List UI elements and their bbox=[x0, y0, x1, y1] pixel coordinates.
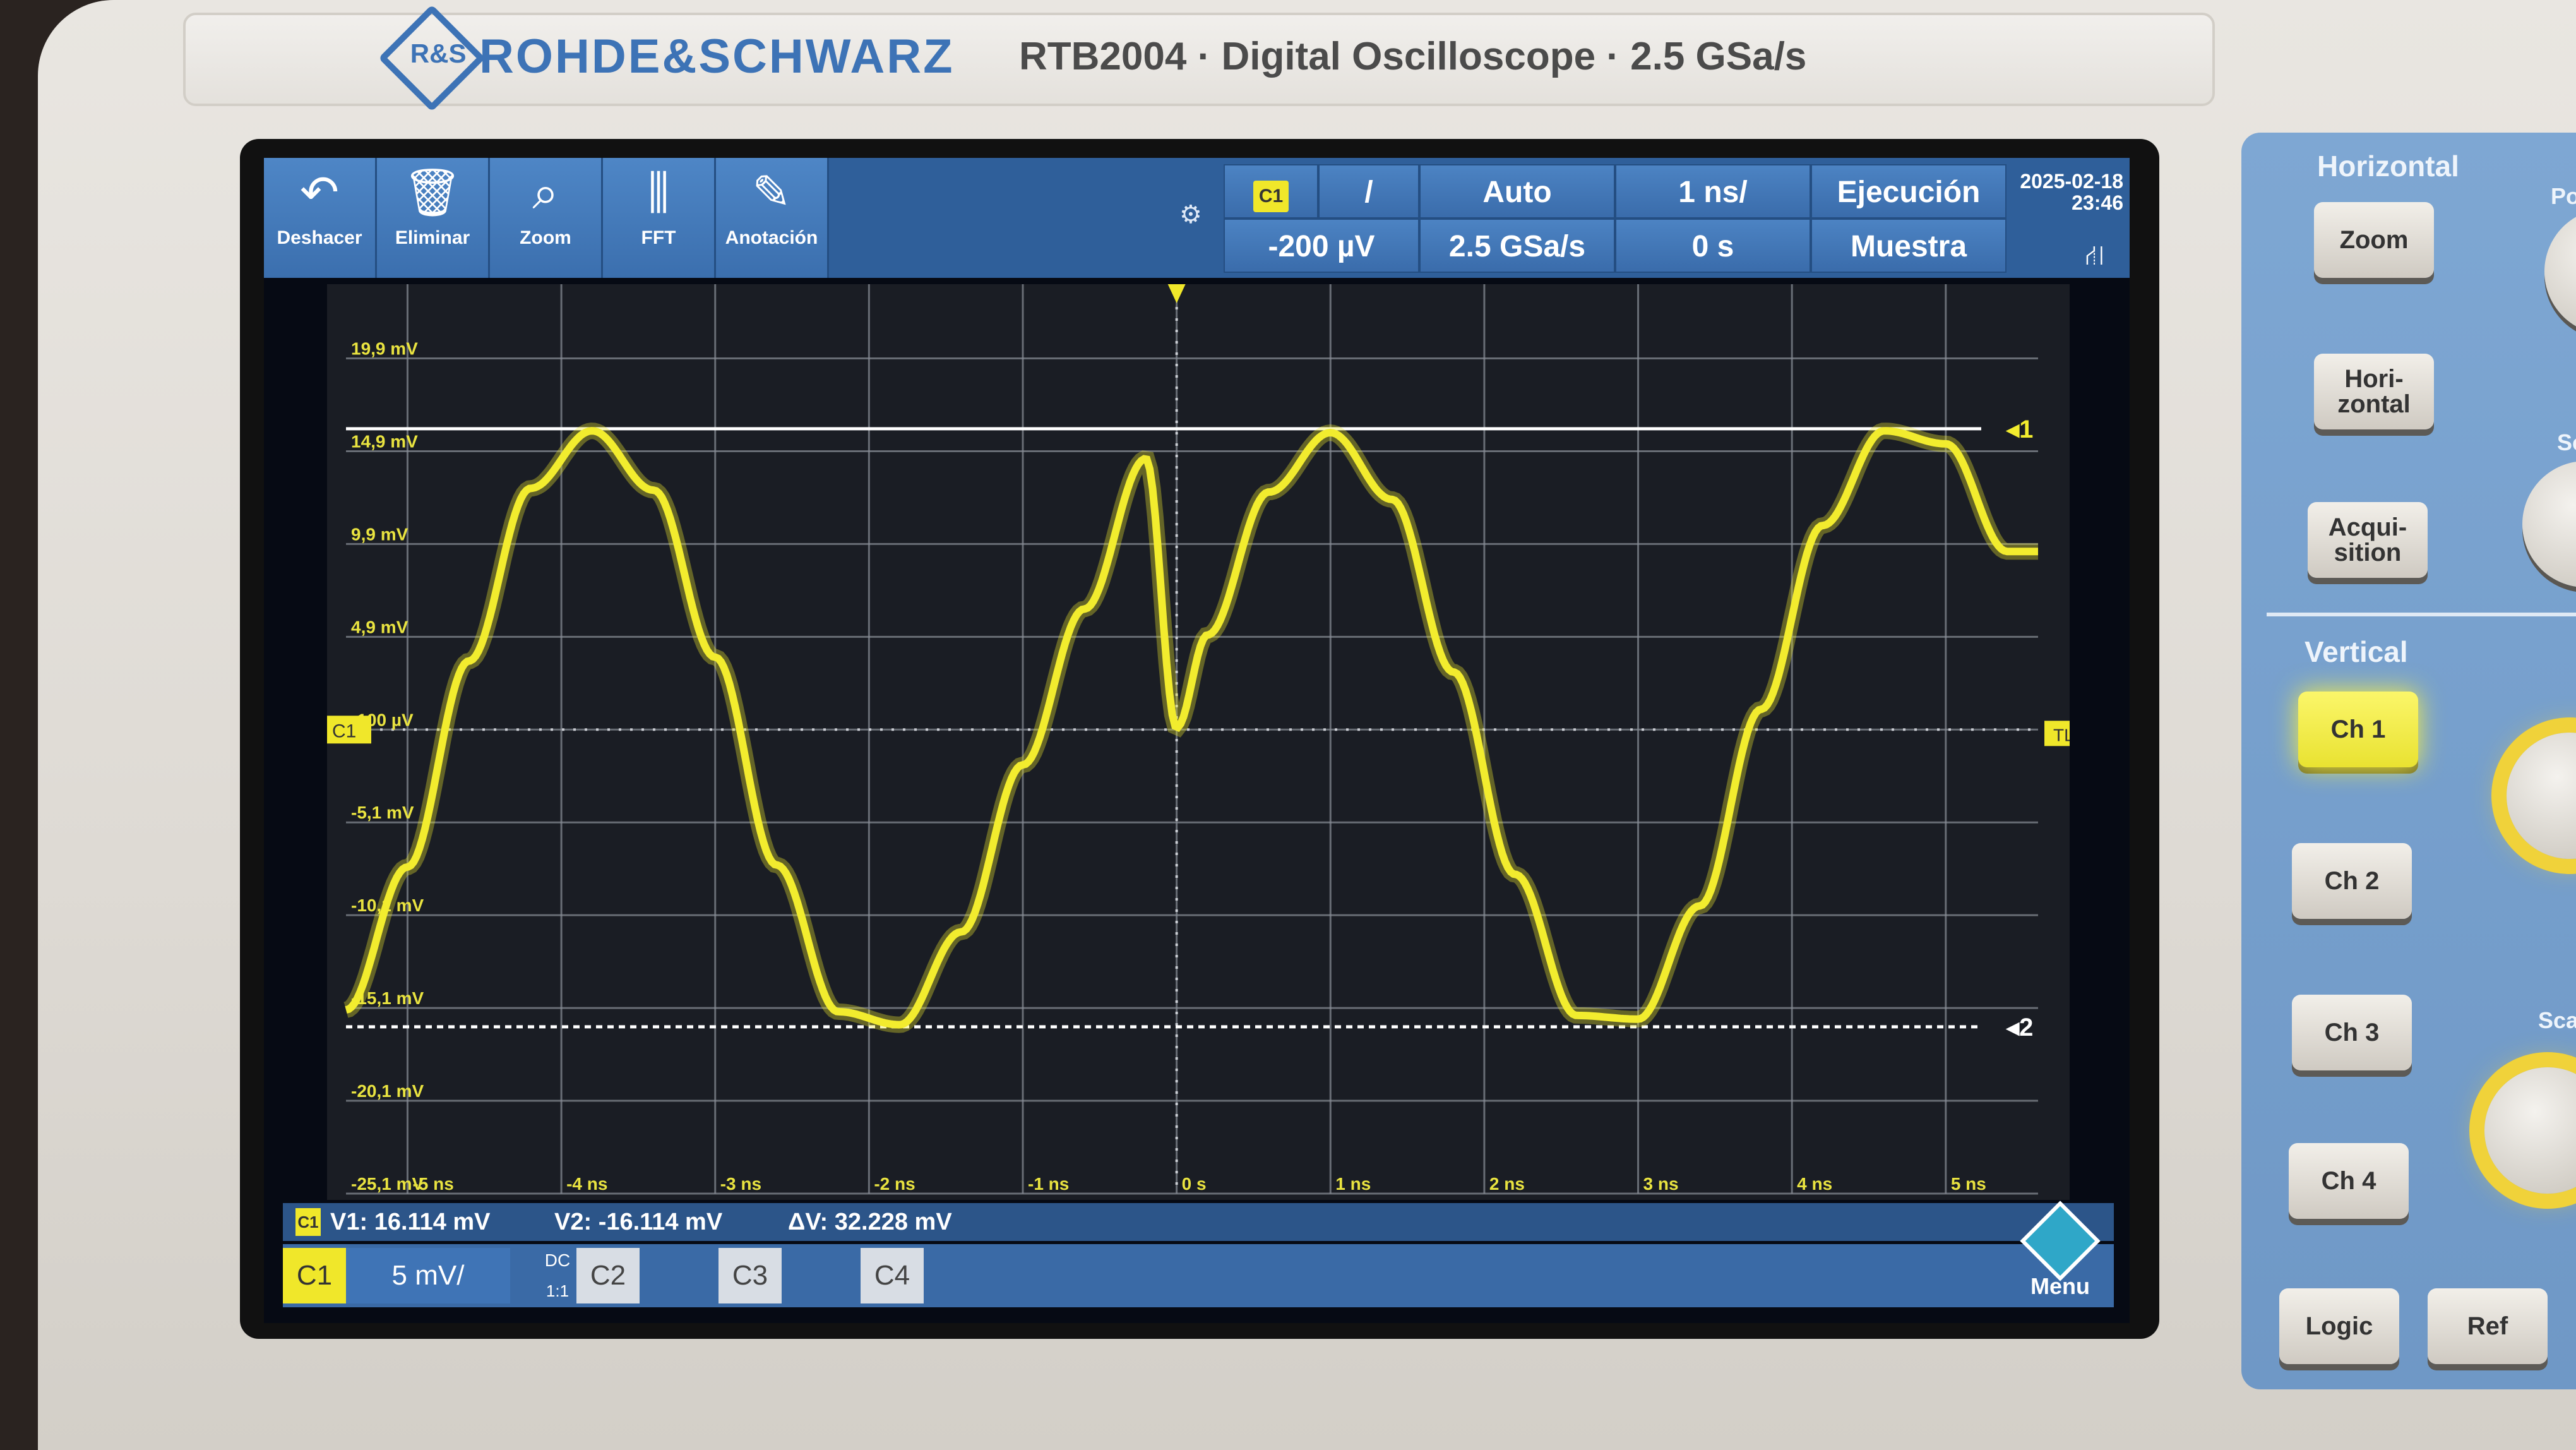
zoom-icon: ⌕ bbox=[532, 166, 559, 219]
ch1-hw-button[interactable]: Ch 1 bbox=[2298, 692, 2418, 767]
trigger-source[interactable]: C1 bbox=[1224, 164, 1318, 219]
ref-hw-button[interactable]: Ref bbox=[2428, 1288, 2548, 1364]
menu-button[interactable]: Menu bbox=[2013, 1201, 2108, 1307]
channel-bar: C1 5 mV/ DC 1:1 C2 C3 C4 bbox=[283, 1244, 2114, 1307]
undo-button[interactable]: ↶ Deshacer bbox=[264, 158, 377, 278]
vertical-scale-label: Scal bbox=[2538, 1007, 2576, 1033]
channel-2-tab[interactable]: C2 bbox=[576, 1248, 640, 1303]
x-tick-label: 0 s bbox=[1182, 1174, 1207, 1194]
cursor-1-label: ◂1 bbox=[2005, 416, 2033, 443]
trash-icon: 🗑 bbox=[403, 166, 462, 219]
panel-divider bbox=[2267, 613, 2576, 616]
y-tick-label: -20,1 mV bbox=[351, 1081, 424, 1101]
annotation-button[interactable]: ✎ Anotación bbox=[716, 158, 829, 278]
trigger-level-marker-label: TL bbox=[2053, 725, 2070, 745]
horizontal-hw-button[interactable]: Hori- zontal bbox=[2314, 354, 2434, 429]
zoom-hw-button[interactable]: Zoom bbox=[2314, 202, 2434, 278]
cursor-v2: V2: -16.114 mV bbox=[554, 1209, 723, 1235]
vertical-section-title: Vertical bbox=[2305, 635, 2408, 668]
channel-1-probe: 1:1 bbox=[546, 1281, 569, 1300]
sample-rate[interactable]: 2.5 GSa/s bbox=[1419, 219, 1615, 273]
trigger-mode[interactable]: Auto bbox=[1419, 164, 1615, 219]
x-tick-label: -1 ns bbox=[1028, 1174, 1069, 1194]
zoom-tool-button[interactable]: ⌕ Zoom bbox=[490, 158, 603, 278]
position-label: Po bbox=[2551, 183, 2576, 209]
y-tick-label: 9,9 mV bbox=[351, 524, 408, 544]
x-tick-label: -4 ns bbox=[566, 1174, 607, 1194]
channel-3-tab[interactable]: C3 bbox=[719, 1248, 782, 1303]
pencil-icon: ✎ bbox=[751, 166, 791, 219]
y-tick-label: 14,9 mV bbox=[351, 431, 418, 451]
run-state[interactable]: Ejecución bbox=[1811, 164, 2007, 219]
delete-button[interactable]: 🗑 Eliminar bbox=[377, 158, 490, 278]
ch4-hw-button[interactable]: Ch 4 bbox=[2289, 1143, 2409, 1219]
undo-icon: ↶ bbox=[299, 166, 339, 219]
channel-4-tab[interactable]: C4 bbox=[861, 1248, 924, 1303]
plot-background bbox=[327, 284, 2070, 1200]
horizontal-section-title: Horizontal bbox=[2317, 150, 2459, 183]
trigger-slope[interactable]: / bbox=[1318, 164, 1419, 219]
timebase[interactable]: 1 ns/ bbox=[1615, 164, 1811, 219]
cursor-source-badge: C1 bbox=[295, 1208, 321, 1236]
cursor-readout: C1 V1: 16.114 mV V2: -16.114 mV ΔV: 32.2… bbox=[283, 1203, 2114, 1241]
oscilloscope-screen: ↶ Deshacer 🗑 Eliminar ⌕ Zoom ⫼ FFT ✎ Ano… bbox=[264, 158, 2130, 1323]
cursor-v1: V1: 16.114 mV bbox=[330, 1209, 491, 1235]
gear-icon[interactable]: ⚙ bbox=[1179, 202, 1205, 227]
y-tick-label: 4,9 mV bbox=[351, 617, 408, 637]
x-tick-label: 3 ns bbox=[1643, 1174, 1679, 1194]
channel-1-marker-label: C1 bbox=[332, 721, 356, 741]
date-time: 2025-02-18 23:46 bbox=[2020, 170, 2123, 214]
cursor-2-label: ◂2 bbox=[2005, 1014, 2033, 1041]
y-tick-label: 19,9 mV bbox=[351, 339, 418, 359]
x-tick-label: 5 ns bbox=[1951, 1174, 1986, 1194]
x-tick-label: 1 ns bbox=[1335, 1174, 1371, 1194]
x-tick-label: 4 ns bbox=[1797, 1174, 1832, 1194]
waveform-area[interactable]: ◂1 ◂2 19,9 mV 14,9 mV 9,9 mV 4,9 mV -100 µV -5,… bbox=[327, 284, 2070, 1200]
x-tick-label: -5 ns bbox=[412, 1174, 453, 1194]
acquisition-mode[interactable]: Muestra bbox=[1811, 219, 2007, 273]
waveform-plot: ◂1◂219,9 mV14,9 mV9,9 mV4,9 mV-100 µV-5,… bbox=[327, 284, 2070, 1200]
channel-1-coupling: DC bbox=[544, 1250, 571, 1270]
ch2-hw-button[interactable]: Ch 2 bbox=[2292, 843, 2412, 919]
brand-name: ROHDE&SCHWARZ bbox=[479, 30, 955, 83]
scale-label: Sc bbox=[2557, 429, 2576, 455]
cursor-delta: ΔV: 32.228 mV bbox=[788, 1209, 952, 1235]
x-tick-label: -3 ns bbox=[720, 1174, 761, 1194]
fft-icon: ⫼ bbox=[647, 166, 670, 219]
x-tick-label: -2 ns bbox=[874, 1174, 915, 1194]
x-tick-label: 2 ns bbox=[1489, 1174, 1525, 1194]
channel-1-scale[interactable]: 5 mV/ bbox=[346, 1248, 510, 1303]
trigger-level[interactable]: -200 µV bbox=[1224, 219, 1419, 273]
channel-1-tab[interactable]: C1 bbox=[283, 1248, 346, 1303]
toolbar: ↶ Deshacer 🗑 Eliminar ⌕ Zoom ⫼ FFT ✎ Ano… bbox=[264, 158, 2130, 278]
time-offset[interactable]: 0 s bbox=[1615, 219, 1811, 273]
acquisition-hw-button[interactable]: Acqui- sition bbox=[2308, 502, 2428, 578]
brand-bar: R&S ROHDE&SCHWARZ RTB2004 · Digital Osci… bbox=[183, 4, 2215, 112]
logic-hw-button[interactable]: Logic bbox=[2279, 1288, 2399, 1364]
y-tick-label: -5,1 mV bbox=[351, 803, 414, 822]
model-title: RTB2004 · Digital Oscilloscope · 2.5 GSa… bbox=[1019, 35, 1807, 78]
network-icon: ⛙ bbox=[2085, 240, 2104, 271]
ch3-hw-button[interactable]: Ch 3 bbox=[2292, 995, 2412, 1070]
fft-button[interactable]: ⫼ FFT bbox=[603, 158, 716, 278]
rs-logo-icon: R&S bbox=[378, 4, 486, 112]
rs-menu-icon bbox=[2020, 1201, 2101, 1281]
